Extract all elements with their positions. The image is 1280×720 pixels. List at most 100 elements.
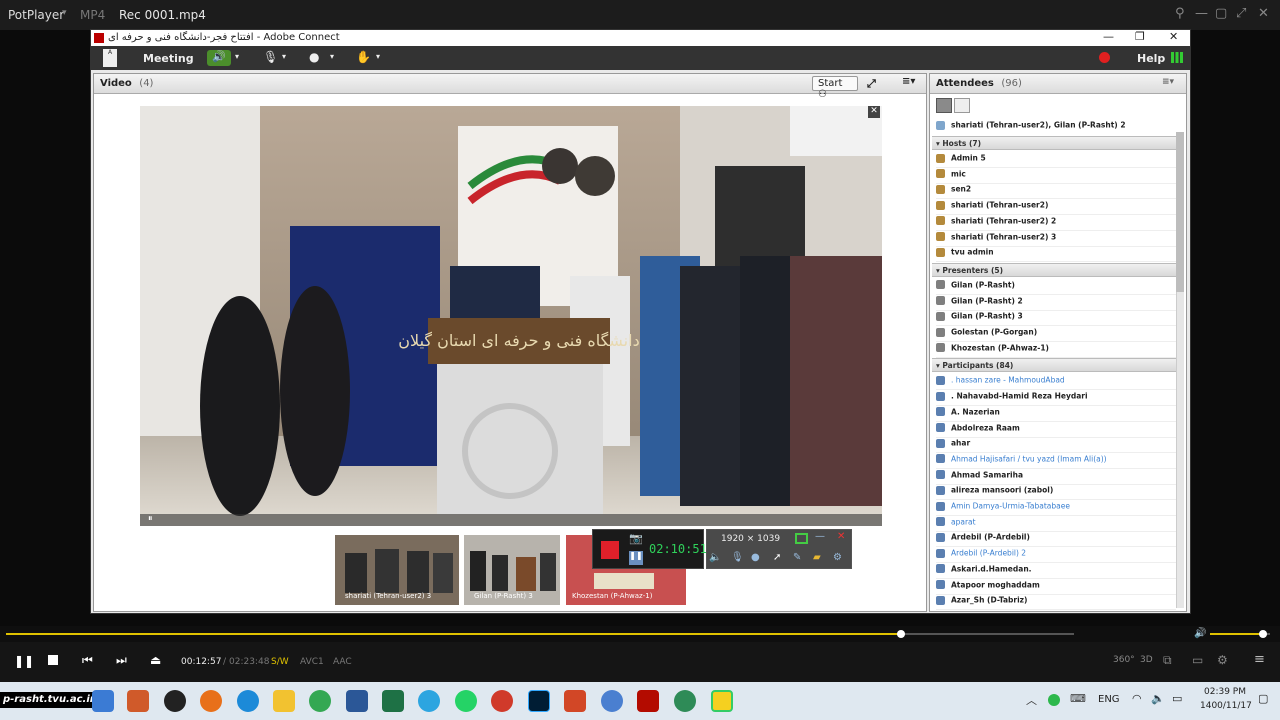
dropdown-icon[interactable]: ▾ [62, 8, 67, 18]
fullscreen-icon[interactable]: ⤢ [867, 77, 876, 91]
scrollbar-thumb[interactable] [1176, 132, 1184, 292]
clock-time[interactable]: 02:39 PM [1204, 687, 1246, 697]
chevron-up-icon[interactable]: ︿ [1026, 692, 1037, 708]
language-indicator[interactable]: ENG [1098, 694, 1120, 705]
attendee-row[interactable]: Ardebil (P-Ardebil) 2 [936, 548, 1176, 564]
close-video-icon[interactable]: ✕ [868, 106, 880, 118]
close-icon[interactable]: ✕ [837, 531, 845, 542]
attendee-row[interactable]: Admin 5 [936, 153, 1176, 168]
snip-icon[interactable] [601, 690, 623, 712]
record-stop-button[interactable] [601, 541, 619, 559]
seek-handle[interactable] [896, 630, 905, 638]
attendee-row[interactable]: Abdolreza Raam [936, 423, 1176, 438]
potplayer-icon[interactable] [711, 690, 733, 712]
globe-icon[interactable] [674, 690, 696, 712]
folder-icon[interactable]: ▰ [813, 552, 821, 563]
section-header[interactable]: ▾ Participants (84) [932, 358, 1176, 373]
attendee-row[interactable]: Atapoor moghaddam [936, 580, 1176, 595]
pause-button[interactable]: ❚❚ [14, 654, 34, 668]
edge-icon[interactable] [237, 690, 259, 712]
next-button[interactable]: ⏭ [116, 653, 127, 668]
acrobat-icon[interactable] [637, 690, 659, 712]
attendee-row[interactable]: Ahmad Samariha [936, 470, 1176, 485]
volume-handle[interactable] [1258, 630, 1267, 638]
fullscreen-icon[interactable]: ⤢ [1236, 6, 1246, 21]
detail-view-icon[interactable] [954, 98, 970, 113]
attendee-row[interactable]: Khozestan (P-Ahwaz-1) [936, 343, 1176, 358]
attendee-row[interactable]: shariati (Tehran-user2) 3 [936, 232, 1176, 247]
audio-codec[interactable]: AAC [333, 657, 352, 667]
attendee-row[interactable]: A. Nazerian [936, 407, 1176, 422]
recorder-app-icon[interactable] [491, 690, 513, 712]
clock-date[interactable]: 1400/11/17 [1200, 701, 1252, 711]
attendee-row[interactable]: alireza mansoori (zabol) [936, 485, 1176, 501]
minimize-icon[interactable]: — [1103, 30, 1114, 43]
minimize-icon[interactable]: — [815, 531, 825, 542]
close-icon[interactable]: ✕ [1169, 30, 1178, 43]
section-header[interactable]: ▾ Presenters (5) [932, 262, 1176, 277]
attendee-row[interactable]: Golestan (P-Gorgan) [936, 327, 1176, 342]
pod-menu-icon[interactable]: ≡▾ [902, 76, 915, 87]
notifications-icon[interactable]: ▢ [1258, 692, 1268, 705]
file-explorer-icon[interactable] [273, 690, 295, 712]
battery-icon[interactable]: ▭ [1172, 692, 1182, 705]
chevron-down-icon[interactable]: ▾ [282, 52, 286, 61]
webcam-icon[interactable]: ● [309, 50, 319, 64]
attendee-row[interactable]: shariati (Tehran-user2) [936, 200, 1176, 216]
meeting-menu[interactable]: Meeting [143, 52, 194, 65]
pause-icon[interactable]: ❚❚ [629, 551, 643, 565]
attendee-row[interactable]: Amin Damya-Urmia-Tabatabaee [936, 501, 1176, 516]
restore-icon[interactable]: ❐ [1135, 30, 1145, 43]
start-webcam-button[interactable]: Start ⚇ [812, 76, 858, 100]
mode-label[interactable]: S/W [271, 657, 289, 667]
photoshop-icon[interactable] [528, 690, 550, 712]
attendee-row[interactable]: tvu admin [936, 247, 1176, 263]
whatsapp-icon[interactable] [455, 690, 477, 712]
attendee-row[interactable]: aparat [936, 517, 1176, 532]
cursor-icon[interactable]: ➚ [773, 552, 781, 563]
minimize-icon[interactable]: — [1195, 6, 1208, 21]
pen-icon[interactable]: ✎ [793, 552, 801, 563]
wifi-icon[interactable]: ◠ [1132, 692, 1142, 705]
volume-icon[interactable]: 🔈 [1151, 692, 1165, 705]
attendee-row[interactable]: shariati (Tehran-user2) 2 [936, 216, 1176, 231]
attendee-row[interactable]: . hassan zare - MahmoudAbad [936, 375, 1176, 391]
chrome-icon[interactable] [309, 690, 331, 712]
previous-button[interactable]: ⏮ [82, 653, 93, 668]
camera-icon[interactable]: 📷 [629, 532, 643, 545]
attendee-row[interactable]: Gilan (P-Rasht) [936, 280, 1176, 295]
region-icon[interactable] [795, 533, 808, 544]
attendee-row[interactable]: Ardebil (P-Ardebil) [936, 532, 1176, 548]
video-thumbnail[interactable]: shariati (Tehran-user2) 3 [335, 535, 459, 605]
attendee-row[interactable]: Gilan (P-Rasht) 3 [936, 311, 1176, 327]
webcam-icon[interactable]: ● [751, 552, 760, 563]
main-video-feed[interactable]: دانشگاه فنی و حرفه ای استان گیلان ⏸ ✕ [140, 106, 882, 526]
excel-icon[interactable] [382, 690, 404, 712]
attendee-row[interactable]: ahar [936, 438, 1176, 454]
attendee-row[interactable]: Gilan (P-Rasht) 2 [936, 296, 1176, 311]
attendee-row[interactable]: . Nahavabd-Hamid Reza Heydari [936, 391, 1176, 407]
capture-icon[interactable]: ⧉ [1163, 653, 1172, 668]
pod-menu-icon[interactable]: ≡▾ [1162, 77, 1174, 87]
task-view-icon[interactable] [92, 690, 114, 712]
menu-icon[interactable]: ≡ [1254, 652, 1265, 667]
pin-icon[interactable]: ⚲ [1175, 6, 1185, 21]
word-icon[interactable] [346, 690, 368, 712]
speaker-icon[interactable]: 🔊 [207, 50, 231, 66]
chevron-down-icon[interactable]: ▾ [330, 52, 334, 61]
360-button[interactable]: 360° [1113, 655, 1135, 665]
attendee-row[interactable]: Ahmad Hajisafari / tvu yazd (Imam Ali(a)… [936, 454, 1176, 469]
list-view-icon[interactable] [936, 98, 952, 113]
playlist-icon[interactable]: ▭ [1192, 653, 1203, 667]
section-header[interactable]: ▾ Hosts (7) [932, 136, 1176, 150]
powerpoint-icon[interactable] [564, 690, 586, 712]
maximize-icon[interactable]: ▢ [1215, 6, 1227, 21]
status-icon[interactable] [1048, 694, 1060, 706]
raise-hand-icon[interactable]: ✋ [356, 50, 371, 64]
help-menu[interactable]: Help [1137, 52, 1165, 65]
video-codec[interactable]: AVC1 [300, 657, 324, 667]
chevron-down-icon[interactable]: ▾ [235, 52, 239, 61]
microphone-icon[interactable]: 🎙 [731, 552, 744, 563]
settings-icon[interactable]: ⚙ [1217, 653, 1228, 667]
attendee-row[interactable]: Askari.d.Hamedan. [936, 564, 1176, 579]
